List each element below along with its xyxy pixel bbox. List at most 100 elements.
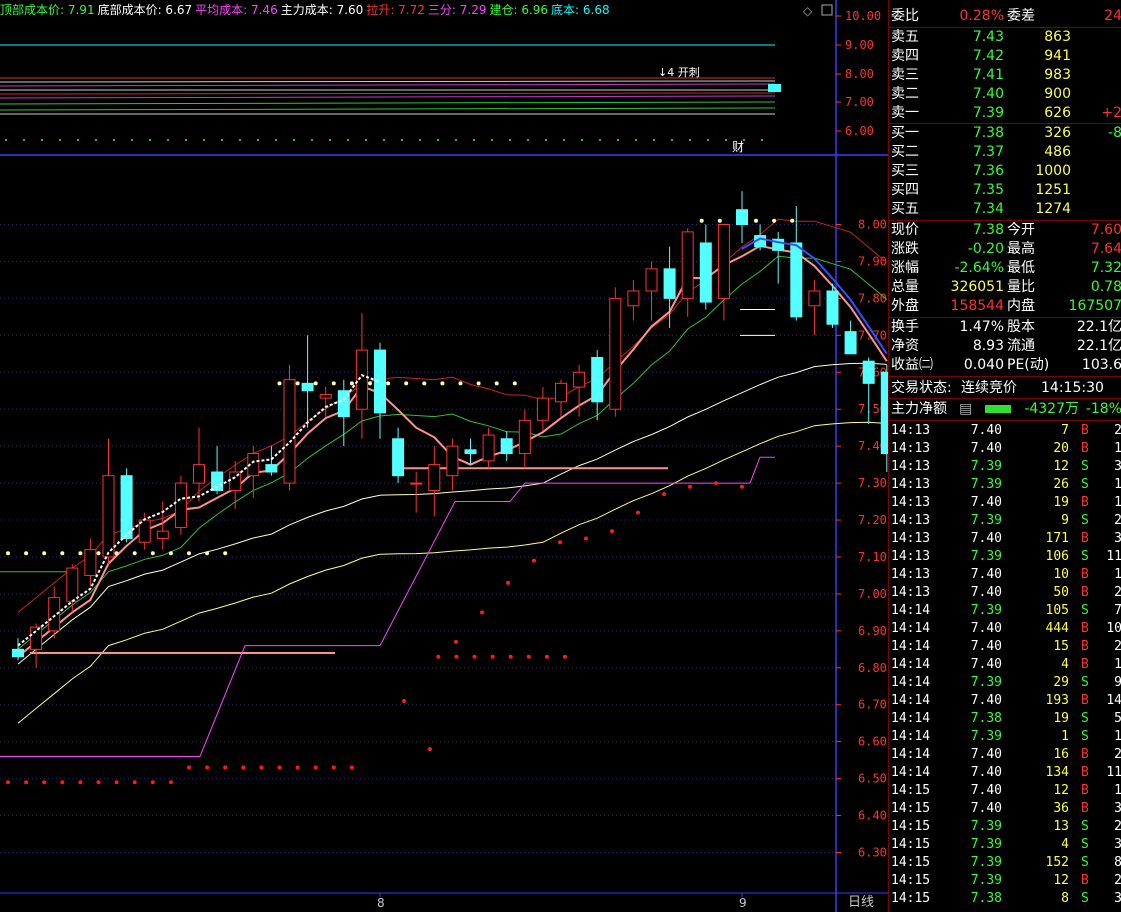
tick-time: 14:14 bbox=[891, 711, 931, 726]
y-axis-label: 6.80 bbox=[858, 661, 887, 675]
tick-time: 14:15 bbox=[891, 801, 931, 816]
tick-price: 7.39 bbox=[970, 675, 1002, 690]
tick-side: S bbox=[1081, 675, 1089, 690]
top-dot bbox=[653, 139, 655, 141]
quote-value: 158544 bbox=[950, 298, 1004, 314]
tick-price: 7.40 bbox=[970, 801, 1002, 816]
tick-volume: 4 bbox=[1061, 657, 1069, 672]
tick-volume: 29 bbox=[1053, 675, 1069, 690]
tick-count: 3 bbox=[1114, 837, 1121, 852]
trade-time: 14:15:30 bbox=[1041, 380, 1104, 396]
stat-row: 换手 1.47% 股本 22.1亿 bbox=[889, 318, 1121, 337]
signal-dot bbox=[78, 551, 83, 556]
sar-dot bbox=[223, 765, 228, 770]
sar-dot bbox=[331, 765, 336, 770]
tick-time: 14:14 bbox=[891, 729, 931, 744]
signal-dot bbox=[168, 551, 173, 556]
ask-price: 7.41 bbox=[972, 67, 1004, 83]
candle-body bbox=[120, 475, 133, 540]
tick-row: 14:15 7.40 36 B 3 bbox=[889, 800, 1121, 818]
tick-volume: 19 bbox=[1053, 495, 1069, 510]
main-flow-row: 主力净额 ▤ -4327万 -18% bbox=[889, 400, 1121, 419]
top-dot bbox=[401, 139, 403, 141]
tick-volume: 26 bbox=[1053, 477, 1069, 492]
tick-side: B bbox=[1081, 423, 1089, 438]
signal-dot bbox=[494, 381, 499, 386]
tick-row: 14:14 7.39 105 S 7 bbox=[889, 602, 1121, 620]
ask-volume: 941 bbox=[1044, 48, 1071, 64]
top-dot bbox=[131, 139, 133, 141]
signal-dot bbox=[699, 218, 704, 223]
tick-count: 2 bbox=[1114, 423, 1121, 438]
candle-body bbox=[645, 268, 658, 292]
tick-count: 1 bbox=[1114, 495, 1121, 510]
bid-price: 7.37 bbox=[972, 144, 1004, 160]
kline-chart-area[interactable]: 顶部成本价: 7.91 底部成本价: 6.67 平均成本: 7.46 主力成本: 7.… bbox=[0, 0, 888, 912]
top-dot bbox=[311, 139, 313, 141]
main-flow-value: -4327万 bbox=[1024, 401, 1079, 417]
signal-dot bbox=[349, 381, 354, 386]
candle-body bbox=[428, 464, 441, 491]
top-dot bbox=[491, 139, 493, 141]
candle-body bbox=[102, 475, 115, 558]
quote-label: 最高 bbox=[1007, 241, 1035, 257]
tick-side: S bbox=[1081, 549, 1089, 564]
tick-price: 7.39 bbox=[970, 603, 1002, 618]
quote-value: 0.78 bbox=[1090, 279, 1121, 295]
ask-label: 卖二 bbox=[891, 86, 919, 102]
sar-dot bbox=[428, 747, 432, 752]
candle-body bbox=[410, 482, 423, 485]
top-dot bbox=[707, 139, 709, 141]
tick-side: B bbox=[1081, 657, 1089, 672]
tick-row: 14:13 7.40 171 B 3 bbox=[889, 530, 1121, 548]
tick-volume: 4 bbox=[1061, 837, 1069, 852]
sar-dot bbox=[295, 765, 300, 770]
tick-volume: 444 bbox=[1045, 621, 1069, 636]
sar-dot bbox=[584, 536, 588, 541]
bid-price: 7.35 bbox=[972, 182, 1004, 198]
tick-volume: 19 bbox=[1053, 711, 1069, 726]
bid-label: 买一 bbox=[891, 125, 919, 141]
tick-count: 7 bbox=[1114, 603, 1121, 618]
tick-volume: 171 bbox=[1045, 531, 1069, 546]
upper-band-line bbox=[17, 218, 888, 613]
candle-body bbox=[66, 567, 79, 602]
top-dot bbox=[527, 139, 529, 141]
tick-volume: 12 bbox=[1053, 783, 1069, 798]
stat-label: 净资 bbox=[891, 338, 919, 354]
tick-time: 14:13 bbox=[891, 423, 931, 438]
stat-row: 净资 8.93 流通 22.1亿 bbox=[889, 337, 1121, 356]
quote-label: 涨幅 bbox=[891, 260, 919, 276]
tick-row: 14:13 7.40 50 B 2 bbox=[889, 584, 1121, 602]
top-dot bbox=[383, 139, 385, 141]
stat-value: 22.1亿 bbox=[1076, 338, 1121, 354]
signal-dot bbox=[150, 551, 155, 556]
bid-volume: 1274 bbox=[1035, 201, 1071, 217]
tick-price: 7.38 bbox=[970, 891, 1002, 906]
tick-count: 2 bbox=[1114, 747, 1121, 762]
candle-body bbox=[319, 393, 332, 399]
signal-dot bbox=[114, 551, 119, 556]
ask-volume: 863 bbox=[1044, 29, 1071, 45]
candle-body bbox=[627, 290, 640, 307]
candle-body bbox=[30, 626, 43, 650]
candle-body bbox=[355, 349, 368, 410]
tick-side: S bbox=[1081, 459, 1089, 474]
divider bbox=[889, 398, 1121, 399]
quote-value: 7.38 bbox=[972, 222, 1004, 238]
signal-dot bbox=[440, 381, 445, 386]
top-dot bbox=[221, 139, 223, 141]
sar-dot bbox=[313, 765, 318, 770]
tick-price: 7.39 bbox=[970, 459, 1002, 474]
top-dot bbox=[77, 139, 79, 141]
signal-dot bbox=[277, 381, 282, 386]
top-dot bbox=[113, 139, 115, 141]
tick-count: 2 bbox=[1114, 873, 1121, 888]
kline-chart[interactable]: 10.00 9.00 8.00 7.00 6.00 ↓4 开刺财 ◇ 8.00 7.90 7.80… bbox=[0, 0, 888, 912]
tick-side: S bbox=[1081, 603, 1089, 618]
top-dot bbox=[41, 139, 43, 141]
candle-body bbox=[265, 464, 278, 473]
tick-price: 7.39 bbox=[970, 837, 1002, 852]
signal-dot bbox=[132, 551, 137, 556]
tick-price: 7.39 bbox=[970, 513, 1002, 528]
